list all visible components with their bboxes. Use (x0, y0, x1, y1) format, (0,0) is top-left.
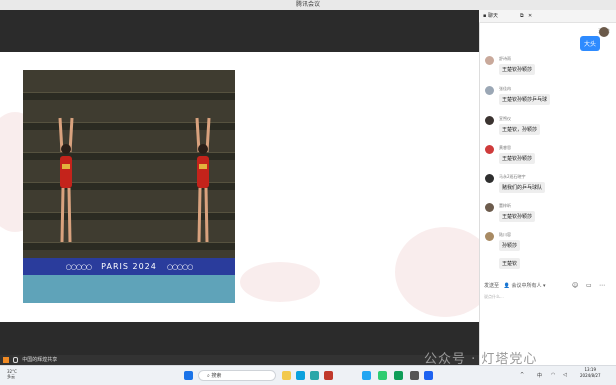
chat-input[interactable]: 说点什么... (484, 294, 610, 306)
chat-message: 王楚钦 (485, 250, 610, 276)
chat-message: 董梓昕 王楚钦孙颖莎 (485, 203, 610, 229)
popout-icon[interactable]: ⧉ (520, 10, 524, 23)
send-to-row[interactable]: 发送至 👤 会议中所有人 ▾ (484, 282, 546, 289)
sender-name: 宣煦仪 (499, 116, 511, 121)
meeting-bottom-area (0, 322, 479, 355)
close-icon[interactable]: ✕ (528, 10, 532, 23)
self-avatar (599, 27, 609, 37)
share-icon (3, 356, 9, 363)
file-explorer-icon[interactable] (282, 371, 291, 380)
search-placeholder: 搜索 (211, 373, 222, 379)
sender-name: 舒诗雨 (499, 56, 511, 61)
window-title: 腾讯会议 (0, 0, 616, 10)
tencent-meeting-icon[interactable] (424, 371, 433, 380)
olympic-rings-icon: ○○○○○ (65, 262, 93, 271)
clock-date: 2024/8/27 (580, 373, 601, 378)
chat-title: 聊天 (487, 13, 498, 19)
wechat-icon[interactable] (362, 371, 371, 380)
olympic-rings-icon: ○○○○○ (166, 262, 194, 271)
edge-icon[interactable] (296, 371, 305, 380)
chat-message: 宣煦仪 王楚钦，孙颖莎 (485, 116, 610, 142)
chat-message: 张佳冉 王楚钦孙颖莎乒乓球 (485, 86, 610, 112)
message-bubble: 王楚钦，孙颖莎 (499, 124, 541, 135)
browser-icon[interactable] (310, 371, 319, 380)
meeting-app-icon[interactable] (394, 371, 403, 380)
message-bubble: 王楚钦 (499, 258, 521, 269)
send-to-select[interactable]: 会议中所有人 (511, 283, 541, 289)
message-bubble: 王楚钦孙颖莎乒乓球 (499, 94, 551, 105)
olympic-banner: ○○○○○ PARIS 2024 ○○○○○ (23, 258, 235, 275)
tray-chevron-icon[interactable]: ^ (520, 372, 524, 378)
app-icon[interactable] (410, 371, 419, 380)
banner-text: PARIS 2024 (101, 262, 157, 271)
emoji-icon[interactable]: ☺ (572, 282, 578, 289)
volume-icon[interactable]: ◁ (563, 372, 567, 378)
share-label: 中国的辉煌共享 (22, 357, 58, 363)
mic-icon[interactable] (12, 356, 18, 363)
avatar (485, 174, 494, 183)
avatar (485, 116, 494, 125)
chat-icon: ▪ (483, 13, 487, 19)
avatar (485, 232, 494, 241)
taskbar-search[interactable]: ⌕ 搜索 (198, 370, 276, 381)
self-message-bubble: 大头 (580, 36, 601, 51)
weather-desc: 多云 (7, 374, 15, 379)
chat-header: ▪ 聊天 ⧉ ✕ (479, 10, 616, 23)
chat-app-icon[interactable] (378, 371, 387, 380)
search-icon: ⌕ (207, 373, 210, 379)
ime-language[interactable]: 中 (537, 372, 542, 379)
share-bar[interactable]: 中国的辉煌共享 (0, 355, 479, 365)
send-to-label: 发送至 (484, 283, 500, 289)
diver-right (195, 117, 211, 243)
avatar (485, 56, 494, 65)
sender-name: 张佳冉 (499, 86, 511, 91)
clock[interactable]: 13:19 2024/8/27 (580, 367, 601, 379)
message-bubble: 王楚钦孙颖莎 (499, 153, 536, 164)
sender-name: 陆川容 (499, 232, 511, 237)
pool-water (23, 275, 235, 303)
sender-name: 马永2班石晓宇 (499, 174, 526, 179)
sender-name: 董梓昕 (499, 203, 511, 208)
more-icon[interactable]: ⋯ (599, 282, 605, 289)
folder-icon[interactable]: ▭ (586, 282, 592, 289)
network-icon[interactable]: ◠ (551, 372, 555, 378)
message-bubble: 赌我们的乒乓球队 (499, 182, 546, 193)
chat-message: 马永2班石晓宇 赌我们的乒乓球队 (485, 174, 610, 200)
person-icon: 👤 (503, 283, 510, 289)
diver-left (58, 117, 74, 243)
chevron-down-icon[interactable]: ▾ (543, 283, 546, 289)
sender-name: 黄睿思 (499, 145, 511, 150)
chat-message: 黄睿思 王楚钦孙颖莎 (485, 145, 610, 171)
chat-message: 舒诗雨 王楚钦孙颖莎 (485, 56, 610, 82)
message-bubble: 王楚钦孙颖莎 (499, 64, 536, 75)
start-icon[interactable] (184, 371, 193, 380)
avatar (485, 145, 494, 154)
app-icon[interactable] (324, 371, 333, 380)
meeting-top-area (0, 10, 479, 52)
avatar (485, 86, 494, 95)
watermark: 公众号 · 灯塔党心 (424, 352, 538, 367)
weather-widget[interactable]: 32°C 多云 (7, 369, 17, 379)
avatar (485, 203, 494, 212)
message-bubble: 王楚钦孙颖莎 (499, 211, 536, 222)
